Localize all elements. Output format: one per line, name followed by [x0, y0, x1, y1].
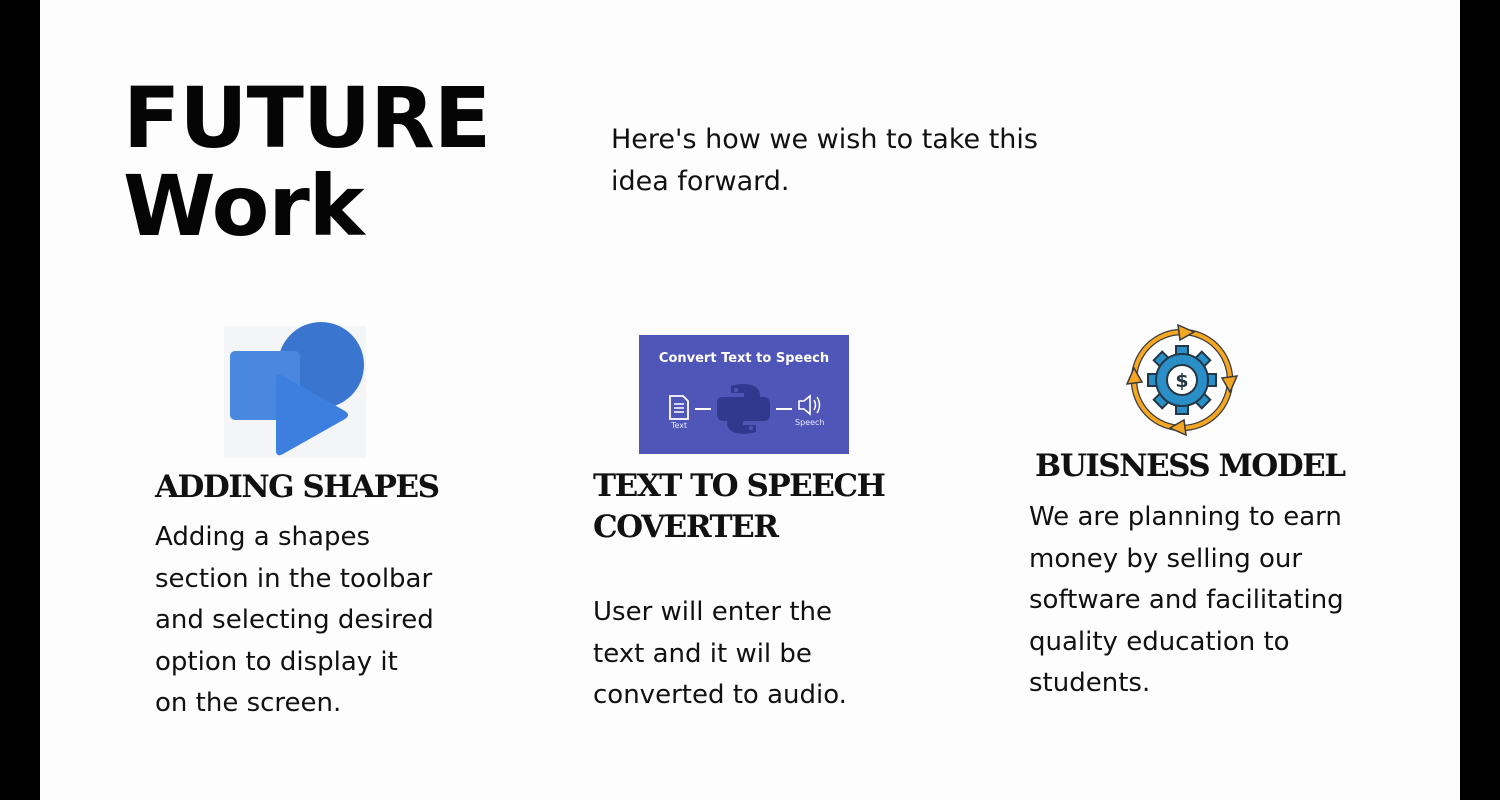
heading-line: COVERTER [593, 509, 779, 545]
shapes-icon [224, 322, 370, 462]
heading-line: TEXT TO SPEECH [593, 468, 886, 504]
body-line: Adding a shapes [155, 522, 371, 552]
text-to-speech-thumbnail: Convert Text to Speech Text Speech [639, 335, 849, 454]
body-line: option to display it [155, 646, 398, 677]
title-line-future: FUTURE [123, 69, 491, 167]
body-line: text and it wil be [593, 638, 812, 669]
body-line: on the screen. [155, 688, 342, 718]
subtitle-line-1: Here's how we wish to take this [611, 124, 1038, 155]
python-logo-icon [717, 384, 770, 434]
thumbnail-label-speech: Speech [795, 418, 825, 427]
subtitle-line-2: idea forward. [611, 166, 790, 197]
slide: FUTURE Work Here's how we wish to take t… [40, 0, 1460, 800]
card-body-text-to-speech: User will enter the text and it wil be c… [593, 592, 913, 717]
body-line: section in the toolbar [155, 563, 433, 594]
body-line: We are planning to earn [1029, 502, 1342, 532]
card-heading-business-model: BUISNESS MODEL [1035, 448, 1346, 484]
body-line: software and facilitating [1029, 585, 1344, 615]
svg-text:$: $ [1175, 370, 1188, 392]
body-line: and selecting desired [155, 605, 434, 635]
page-title: FUTURE Work [123, 69, 491, 255]
subtitle: Here's how we wish to take this idea for… [611, 119, 1111, 203]
speaker-icon [798, 394, 821, 416]
document-icon [669, 395, 689, 420]
body-line: converted to audio. [593, 680, 847, 710]
title-line-work: Work [123, 157, 365, 255]
card-heading-text-to-speech: TEXT TO SPEECH COVERTER [593, 466, 886, 548]
body-line: quality education to [1029, 626, 1290, 657]
body-line: money by selling our [1029, 543, 1303, 574]
card-body-business-model: We are planning to earn money by selling… [1029, 497, 1419, 705]
body-line: User will enter the [593, 597, 833, 627]
card-heading-adding-shapes: ADDING SHAPES [155, 469, 440, 505]
money-gear-cycle-icon: $ [1125, 323, 1239, 437]
card-body-adding-shapes: Adding a shapes section in the toolbar a… [155, 517, 495, 725]
thumbnail-label-text: Text [671, 421, 688, 430]
body-line: students. [1029, 668, 1151, 698]
